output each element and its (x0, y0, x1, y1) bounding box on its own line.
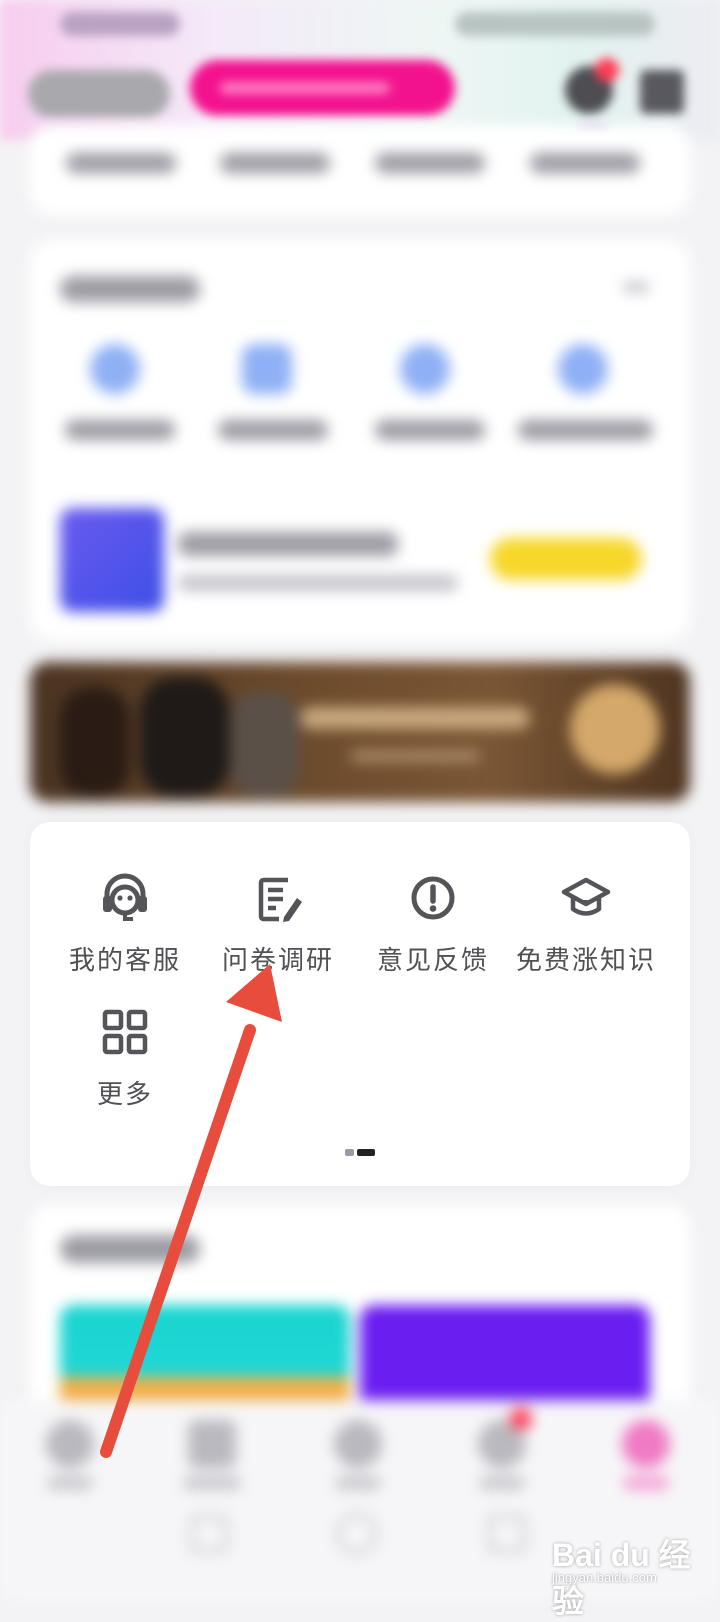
service-free-knowledge[interactable]: 免费涨知识 (506, 870, 666, 977)
page-dot-inactive (345, 1149, 354, 1156)
service-label: 更多 (96, 1080, 153, 1110)
services-card: 我的客服 问卷调研 意见反馈 免费涨知识 更多 (30, 822, 690, 1186)
nav-badge (510, 1408, 532, 1430)
grid-icon (102, 1009, 148, 1055)
quick-links-card (30, 125, 690, 215)
top-header (0, 0, 720, 140)
creator-center-card (30, 240, 690, 640)
headset-icon (103, 873, 147, 921)
service-survey[interactable]: 问卷调研 (198, 870, 358, 977)
system-recent-icon[interactable] (488, 1515, 526, 1553)
menu-icon[interactable] (640, 70, 684, 114)
activity-card (30, 1205, 690, 1425)
promo-banner[interactable] (30, 662, 690, 802)
service-label: 我的客服 (68, 946, 181, 976)
nav-vip-icon[interactable] (334, 1420, 382, 1468)
page-dot-active (357, 1149, 375, 1156)
service-label: 免费涨知识 (515, 946, 656, 976)
nav-course-icon[interactable] (188, 1420, 236, 1468)
nav-profile-icon[interactable] (622, 1420, 670, 1468)
member-badge[interactable] (28, 70, 170, 118)
nav-home-icon[interactable] (46, 1420, 94, 1468)
status-bar-right (455, 12, 655, 36)
baidu-watermark-url: jingyan.baidu.com (552, 1570, 657, 1585)
promo-pill-button[interactable] (190, 60, 455, 116)
graduation-cap-icon (561, 877, 611, 916)
exclamation-circle-icon (411, 876, 455, 920)
notification-badge (595, 58, 619, 82)
status-bar-left (60, 12, 180, 36)
service-more[interactable]: 更多 (45, 1004, 205, 1111)
system-home-icon[interactable] (336, 1513, 378, 1555)
service-feedback[interactable]: 意见反馈 (353, 870, 513, 977)
service-my-support[interactable]: 我的客服 (45, 870, 205, 977)
survey-edit-icon (258, 877, 302, 922)
service-label: 问卷调研 (221, 946, 334, 976)
service-label: 意见反馈 (376, 946, 489, 976)
system-back-icon[interactable] (190, 1515, 228, 1553)
